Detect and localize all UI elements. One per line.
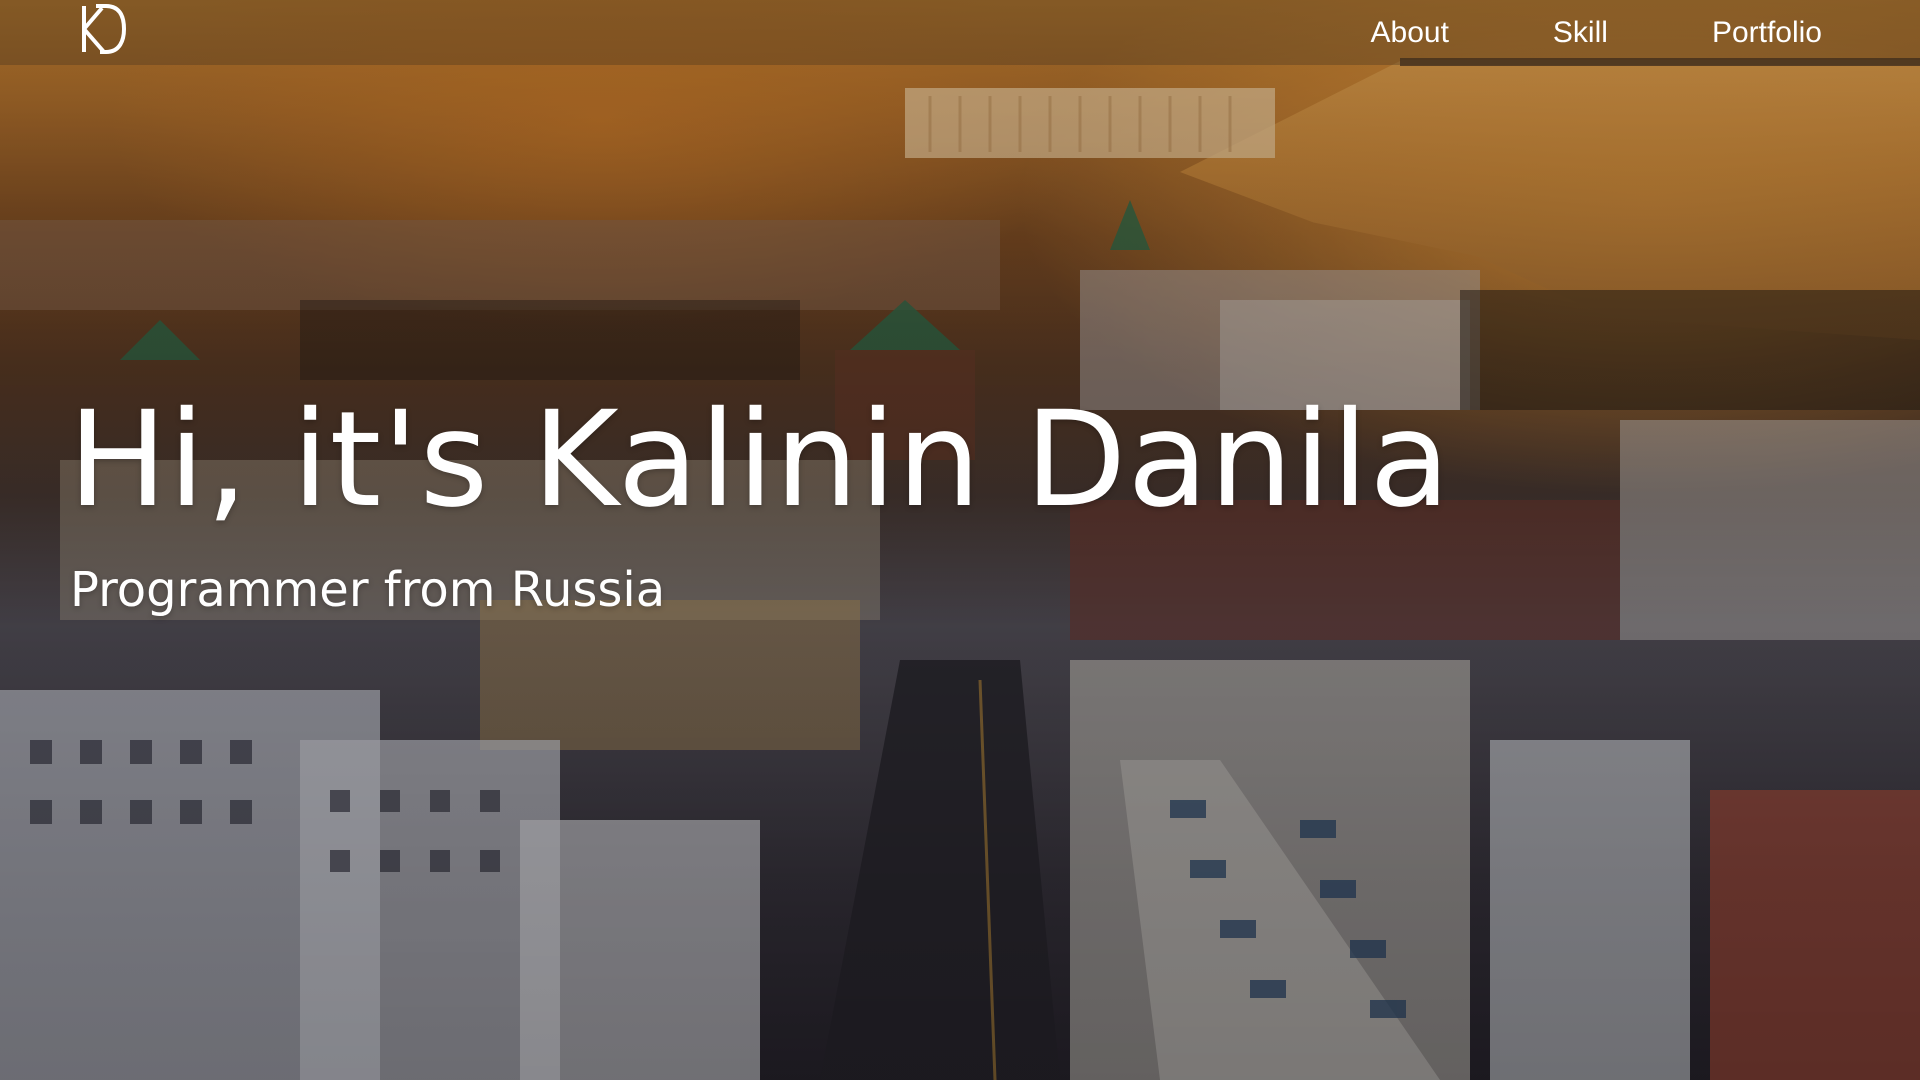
image-overlay [0,0,1920,1080]
hero-subtitle: Programmer from Russia [70,562,666,618]
nav-link-portfolio[interactable]: Portfolio [1712,14,1822,52]
hero-title: Hi, it's Kalinin Danila [68,383,1452,537]
main-nav: About Skill Portfolio [1371,14,1822,52]
hero-section: About Skill Portfolio Hi, it's Kalinin D… [0,0,1920,1080]
nav-link-skill[interactable]: Skill [1553,14,1608,52]
site-logo[interactable] [78,2,128,56]
kd-logo-icon [82,3,127,54]
nav-link-about[interactable]: About [1371,14,1449,52]
